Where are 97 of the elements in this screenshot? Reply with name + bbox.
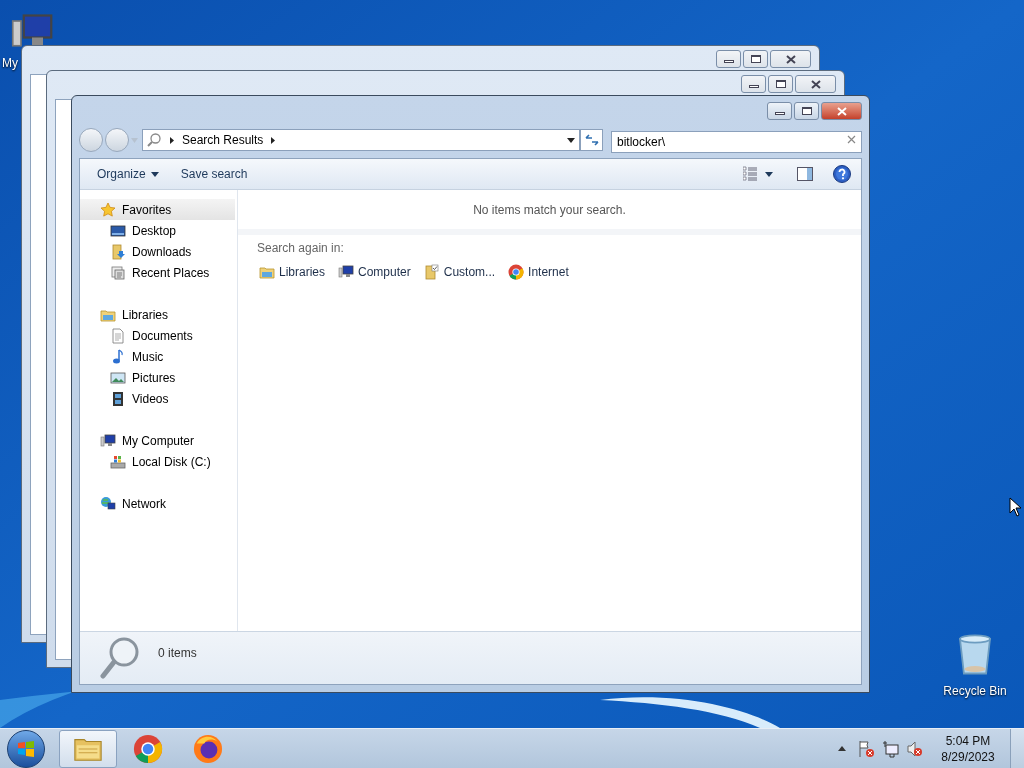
show-hidden-icons-icon [838, 746, 846, 751]
nav-label: Local Disk (C:) [132, 453, 211, 471]
dropdown-caret-icon [567, 137, 575, 143]
close-button[interactable] [821, 102, 862, 120]
help-button[interactable] [833, 165, 851, 183]
nav-item[interactable]: My Computer [80, 430, 237, 451]
chevron-icon [170, 136, 174, 144]
clock-time[interactable]: 5:04 PM [945, 732, 991, 749]
close-button[interactable] [770, 50, 811, 68]
maximize-icon [750, 55, 761, 63]
flag-error-icon [858, 739, 876, 758]
mouse-pointer-icon [1009, 497, 1021, 517]
nav-label: Documents [132, 327, 193, 345]
nav-item[interactable]: Downloads [80, 241, 237, 262]
dropdown-caret-icon [131, 137, 138, 143]
breadcrumb[interactable]: Search Results [182, 131, 264, 149]
minimize-button[interactable] [741, 75, 766, 93]
desktop-icon-label: My [2, 55, 18, 72]
refresh-icon [584, 134, 599, 146]
preview-pane-icon [797, 167, 813, 181]
chevron-icon [271, 136, 276, 144]
nav-label: Pictures [132, 369, 176, 387]
nav-item[interactable]: Network [80, 493, 237, 514]
address-bar[interactable]: Search Results [142, 129, 580, 151]
search-field[interactable]: bitlocker\ [611, 131, 862, 153]
search-icon [146, 132, 162, 148]
close-icon [810, 79, 821, 89]
picture-icon [110, 369, 126, 386]
document-icon [110, 327, 126, 344]
maximize-icon [775, 80, 786, 88]
no-results-message: No items match your search. [473, 201, 626, 219]
search-location-link[interactable]: Internet [508, 263, 569, 281]
clock-date[interactable]: 8/29/2023 [941, 748, 995, 765]
computer-icon [100, 432, 116, 449]
nav-label: Network [122, 495, 166, 513]
nav-label: Recent Places [132, 264, 210, 282]
nav-item[interactable]: Desktop [80, 220, 237, 241]
recent-places-icon [110, 264, 126, 281]
nav-item[interactable]: Local Disk (C:) [80, 451, 237, 472]
details-view-icon [743, 166, 757, 182]
maximize-button[interactable] [743, 50, 768, 68]
film-icon [110, 390, 126, 407]
maximize-button[interactable] [768, 75, 793, 93]
star-icon [100, 201, 116, 218]
nav-label: My Computer [122, 432, 195, 450]
close-button[interactable] [795, 75, 836, 93]
nav-item[interactable]: Libraries [80, 304, 237, 325]
clear-icon [847, 135, 856, 144]
dropdown-caret-icon [765, 171, 773, 177]
firefox-icon [193, 733, 223, 764]
nav-label: Libraries [122, 306, 169, 324]
nav-item[interactable]: Recent Places [80, 262, 237, 283]
drive-icon [110, 453, 126, 470]
minimize-button[interactable] [716, 50, 741, 68]
speaker-muted-icon [906, 739, 924, 758]
network-icon [100, 495, 116, 512]
chrome-icon [508, 264, 525, 280]
maximize-icon [801, 107, 812, 115]
folder-arrow-icon [110, 243, 126, 260]
library-folder-icon [259, 264, 275, 280]
maximize-button[interactable] [794, 102, 819, 120]
computer-icon [338, 264, 355, 280]
monitor-icon [110, 222, 126, 239]
nav-label: Desktop [132, 222, 177, 240]
minimize-icon [723, 60, 734, 63]
toolbar-button[interactable]: Organize [97, 165, 159, 183]
search-location-link[interactable]: Computer [338, 263, 411, 281]
refresh-button[interactable] [580, 129, 603, 151]
folder-check-icon [423, 264, 440, 280]
start-button[interactable] [7, 729, 45, 768]
nav-label: Favorites [122, 201, 172, 219]
minimize-icon [748, 85, 759, 88]
preview-pane-button[interactable] [797, 167, 813, 181]
desktop-icon-label: Recycle Bin [943, 683, 1007, 700]
nav-item[interactable]: Pictures [80, 367, 237, 388]
chrome-icon [133, 733, 163, 764]
nav-item[interactable]: Documents [80, 325, 237, 346]
nav-item[interactable]: Videos [80, 388, 237, 409]
search-location-link[interactable]: Custom... [423, 263, 496, 281]
close-icon [836, 106, 847, 116]
minimize-button[interactable] [767, 102, 792, 120]
nav-item[interactable]: Favorites [80, 199, 235, 220]
nav-label: Downloads [132, 243, 192, 261]
nav-item[interactable]: Music [80, 346, 237, 367]
music-note-icon [110, 348, 126, 365]
item-count: 0 items [158, 645, 197, 662]
nav-label: Music [132, 348, 164, 366]
minimize-icon [774, 112, 785, 115]
toolbar-button[interactable]: Save search [180, 165, 248, 183]
search-location-link[interactable]: Libraries [259, 263, 326, 281]
view-options-button[interactable] [743, 166, 773, 182]
nav-label: Videos [132, 390, 169, 408]
windows-logo-icon [17, 740, 35, 757]
network-icon [882, 739, 900, 758]
help-icon [833, 165, 851, 183]
search-again-label: Search again in: [257, 240, 344, 257]
close-icon [785, 54, 796, 64]
